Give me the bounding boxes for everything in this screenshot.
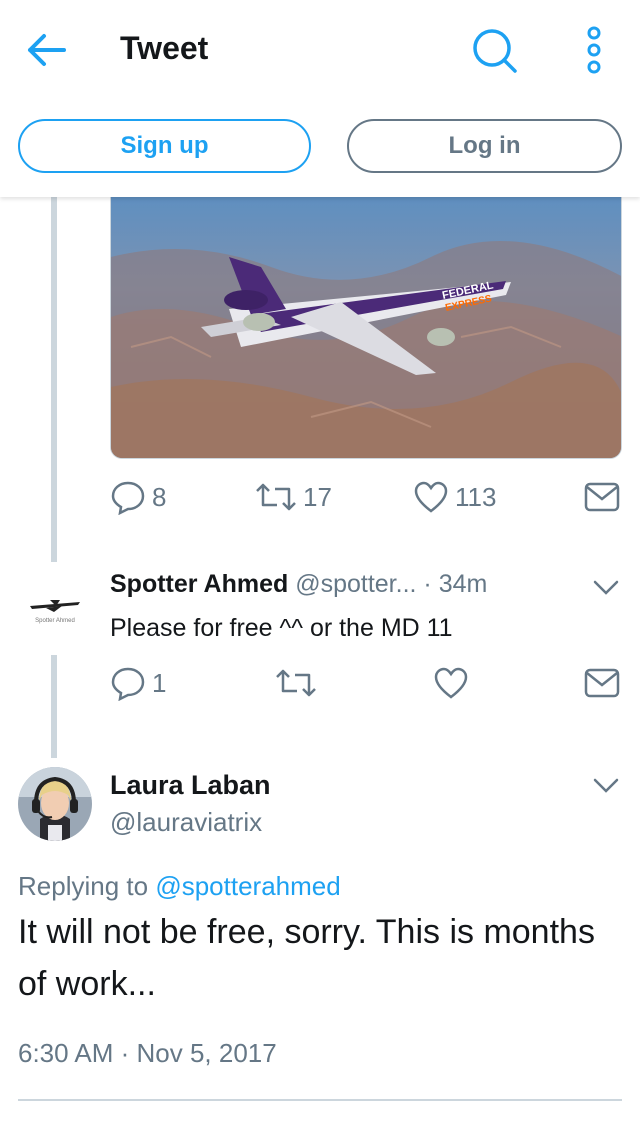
- page-title: Tweet: [120, 30, 209, 66]
- avatar[interactable]: Spotter Ahmed: [20, 578, 90, 648]
- divider: [18, 1099, 622, 1101]
- heart-icon: [434, 667, 468, 699]
- more-vertical-icon[interactable]: [580, 26, 608, 74]
- author-name[interactable]: Laura Laban: [110, 770, 271, 801]
- reply-action[interactable]: 1: [110, 665, 166, 701]
- chevron-down-icon[interactable]: [592, 578, 620, 598]
- tweet-media-image[interactable]: FEDERAL EXPRESS: [110, 197, 622, 459]
- retweet-icon: [276, 669, 316, 697]
- like-count: 113: [455, 481, 497, 512]
- replying-to-link[interactable]: @spotterahmed: [155, 871, 340, 901]
- reply-time: · 34m: [423, 570, 488, 598]
- like-action[interactable]: [433, 665, 469, 701]
- top-bar: Tweet Sign up Log in: [0, 0, 640, 197]
- signup-button[interactable]: Sign up: [18, 119, 311, 173]
- replying-prefix: Replying to: [18, 871, 156, 901]
- reply-author-name[interactable]: Spotter Ahmed: [110, 570, 288, 598]
- dm-action[interactable]: [584, 667, 620, 699]
- search-icon[interactable]: [470, 26, 518, 74]
- retweet-action[interactable]: 17: [255, 479, 332, 515]
- reply-text: Please for free ^^ or the MD 11: [110, 614, 453, 642]
- dm-action[interactable]: [584, 481, 620, 513]
- avatar-caption: Spotter Ahmed: [35, 618, 75, 624]
- reply-icon: [111, 667, 145, 701]
- avatar[interactable]: [18, 767, 92, 841]
- reply-count: 8: [152, 481, 167, 512]
- thread-line: [51, 197, 57, 562]
- arrow-left-icon[interactable]: [24, 30, 68, 70]
- tweet-text: It will not be free, sorry. This is mont…: [18, 913, 595, 1003]
- reply-icon: [111, 481, 145, 515]
- reply-count: 1: [152, 667, 167, 698]
- tweet-timestamp[interactable]: 6:30 AM · Nov 5, 2017: [18, 1038, 277, 1069]
- reply-author-line: Spotter Ahmed @spotter... · 34m: [110, 570, 487, 599]
- heart-icon: [414, 481, 448, 513]
- envelope-icon: [584, 482, 620, 512]
- retweet-count: 17: [303, 481, 332, 512]
- reply-author-handle[interactable]: @spotter...: [295, 570, 416, 598]
- chevron-down-icon[interactable]: [592, 776, 620, 796]
- thread-line: [51, 655, 57, 758]
- retweet-action[interactable]: [275, 665, 317, 701]
- retweet-icon: [256, 483, 296, 511]
- reply-action[interactable]: 8: [110, 479, 166, 515]
- login-button[interactable]: Log in: [347, 119, 622, 173]
- replying-to-line: Replying to @spotterahmed: [18, 871, 341, 902]
- author-handle[interactable]: @lauraviatrix: [110, 807, 262, 838]
- envelope-icon: [584, 668, 620, 698]
- like-action[interactable]: 113: [413, 479, 496, 515]
